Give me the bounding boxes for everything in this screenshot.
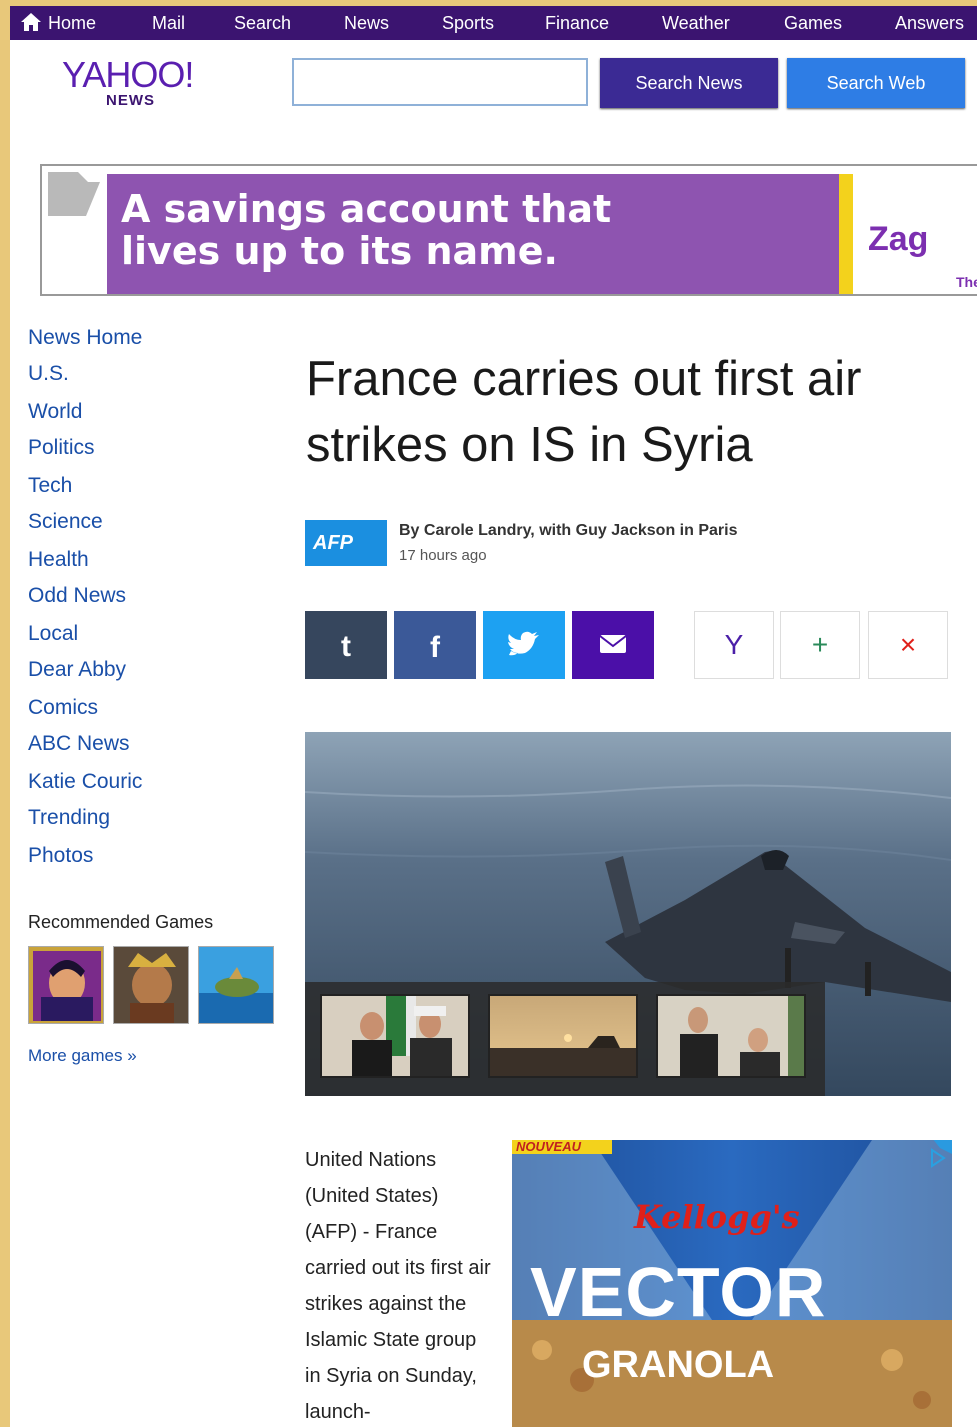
adchoices-icon[interactable]: [928, 1148, 948, 1168]
top-nav-bar: Home Mail Search News Sports Finance Wea…: [10, 6, 977, 40]
article-body: United Nations (United States) (AFP) - F…: [305, 1149, 491, 1423]
ad-purple-panel: A savings account that lives up to its n…: [107, 174, 839, 294]
search-news-button[interactable]: Search News: [600, 58, 778, 108]
nav-weather[interactable]: Weather: [662, 6, 730, 40]
sidebar-item-tech[interactable]: Tech: [28, 474, 72, 498]
add-button[interactable]: +: [780, 611, 860, 679]
nav-games[interactable]: Games: [784, 6, 842, 40]
gallery-thumbnail[interactable]: [320, 994, 470, 1078]
article-headline: France carries out first air strikes on …: [306, 352, 862, 472]
close-button[interactable]: ×: [868, 611, 948, 679]
sidebar-item-dear-abby[interactable]: Dear Abby: [28, 658, 126, 682]
article-byline: By Carole Landry, with Guy Jackson in Pa…: [399, 522, 738, 539]
afp-logo[interactable]: AFP: [305, 520, 387, 566]
page: Home Mail Search News Sports Finance Wea…: [10, 6, 977, 1427]
tumblr-share-button[interactable]: t: [305, 611, 387, 679]
sidebar-item-politics[interactable]: Politics: [28, 436, 95, 460]
logo-sub: NEWS: [106, 92, 155, 109]
cereal-ad[interactable]: NOUVEAU Kellogg's VECTOR GRANOLA: [512, 1140, 952, 1427]
tumblr-icon: t: [341, 630, 351, 663]
game-thumbnail[interactable]: [28, 946, 104, 1024]
cereal-ad-brand: Kellogg's: [634, 1198, 800, 1236]
more-games-link[interactable]: More games »: [28, 1046, 137, 1066]
search-web-button[interactable]: Search Web: [787, 58, 965, 108]
afp-logo-text: AFP: [313, 532, 353, 554]
nav-news[interactable]: News: [344, 6, 389, 40]
facebook-share-button[interactable]: f: [394, 611, 476, 679]
home-icon[interactable]: [20, 12, 42, 32]
email-icon: [599, 635, 627, 653]
sidebar-item-abc-news[interactable]: ABC News: [28, 732, 130, 756]
logo-text: YAHOO!: [62, 54, 194, 95]
sidebar-item-comics[interactable]: Comics: [28, 696, 98, 720]
sidebar-item-news-home[interactable]: News Home: [28, 326, 142, 350]
sidebar-item-local[interactable]: Local: [28, 622, 78, 646]
nav-mail[interactable]: Mail: [152, 6, 185, 40]
sidebar-item-photos[interactable]: Photos: [28, 844, 93, 868]
email-share-button[interactable]: [572, 611, 654, 679]
cereal-ad-product: VECTOR: [530, 1253, 827, 1331]
nav-home[interactable]: Home: [48, 6, 96, 40]
sidebar-item-science[interactable]: Science: [28, 510, 103, 534]
game-thumbnail[interactable]: [113, 946, 189, 1024]
nav-answers[interactable]: Answers: [895, 6, 964, 40]
search-input[interactable]: [292, 58, 588, 106]
facebook-icon: f: [430, 631, 441, 664]
cereal-ad-subtitle: GRANOLA: [582, 1344, 775, 1386]
svg-text:t: t: [341, 630, 351, 663]
game-thumbnail[interactable]: [198, 946, 274, 1024]
sidebar-item-trending[interactable]: Trending: [28, 806, 110, 830]
nav-sports[interactable]: Sports: [442, 6, 494, 40]
ad-headline: A savings account that lives up to its n…: [121, 187, 612, 273]
sidebar-item-us[interactable]: U.S.: [28, 362, 69, 386]
sidebar-item-odd-news[interactable]: Odd News: [28, 584, 126, 608]
ad-corner-graphic: [48, 172, 100, 216]
svg-text:f: f: [430, 631, 441, 664]
article-timestamp: 17 hours ago: [399, 547, 487, 564]
ad-accent-bar: [839, 174, 853, 294]
ad-brand: Zag: [868, 220, 929, 258]
ad-banner[interactable]: A savings account that lives up to its n…: [40, 164, 977, 296]
sidebar-item-katie-couric[interactable]: Katie Couric: [28, 770, 142, 794]
sidebar-item-health[interactable]: Health: [28, 548, 89, 572]
ad-tagline: The: [956, 274, 977, 290]
sidebar-item-world[interactable]: World: [28, 400, 82, 424]
twitter-icon: [508, 631, 539, 656]
yahoo-news-logo[interactable]: YAHOO! NEWS: [62, 54, 212, 112]
twitter-share-button[interactable]: [483, 611, 565, 679]
gallery-thumbnail[interactable]: [656, 994, 806, 1078]
nav-search[interactable]: Search: [234, 6, 291, 40]
nav-finance[interactable]: Finance: [545, 6, 609, 40]
gallery-thumbnail[interactable]: [488, 994, 638, 1078]
recommended-games-title: Recommended Games: [28, 912, 214, 932]
yahoo-share-button[interactable]: Y: [694, 611, 774, 679]
cereal-ad-badge: NOUVEAU: [516, 1140, 582, 1154]
